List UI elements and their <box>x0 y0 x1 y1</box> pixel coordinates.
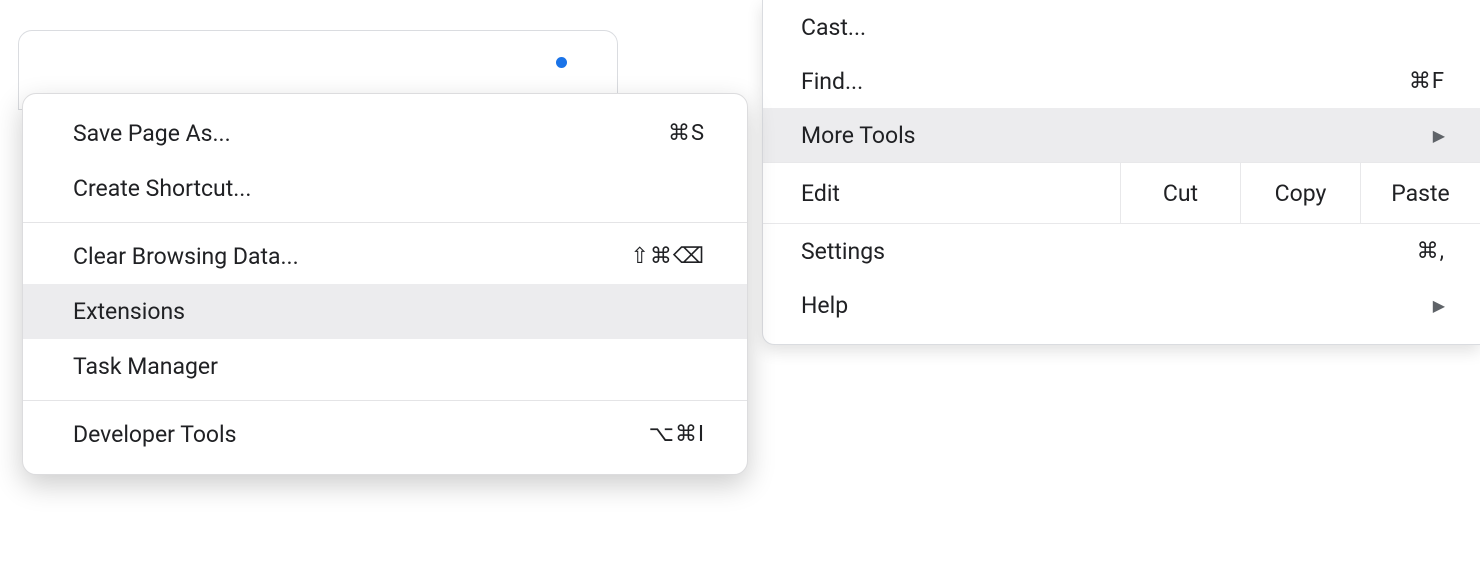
submenu-arrow-icon: ▶ <box>1433 126 1445 145</box>
help-label: Help <box>801 292 1433 319</box>
submenu-item-developer-tools[interactable]: Developer Tools ⌥⌘I <box>23 407 747 462</box>
clear-browsing-data-shortcut: ⇧⌘⌫ <box>630 244 705 269</box>
edit-label-cell: Edit <box>763 163 1120 223</box>
find-label: Find... <box>801 68 1409 95</box>
developer-tools-label: Developer Tools <box>73 421 649 448</box>
paste-label: Paste <box>1391 180 1450 207</box>
menu-item-edit-row: Edit Cut Copy Paste <box>763 162 1480 224</box>
settings-label: Settings <box>801 238 1417 265</box>
copy-label: Copy <box>1275 180 1327 207</box>
edit-paste-button[interactable]: Paste <box>1360 163 1480 223</box>
more-tools-submenu: Save Page As... ⌘S Create Shortcut... Cl… <box>22 93 748 475</box>
extensions-label: Extensions <box>73 298 705 325</box>
submenu-separator <box>23 222 747 223</box>
save-page-as-shortcut: ⌘S <box>668 121 705 146</box>
clear-browsing-data-label: Clear Browsing Data... <box>73 243 630 270</box>
task-manager-label: Task Manager <box>73 353 705 380</box>
submenu-item-task-manager[interactable]: Task Manager <box>23 339 747 394</box>
more-tools-label: More Tools <box>801 122 1433 149</box>
menu-item-help[interactable]: Help ▶ <box>763 278 1480 332</box>
create-shortcut-label: Create Shortcut... <box>73 175 705 202</box>
menu-item-find[interactable]: Find... ⌘F <box>763 54 1480 108</box>
chrome-main-menu: Cast... Find... ⌘F More Tools ▶ Edit Cut… <box>762 0 1480 345</box>
find-shortcut: ⌘F <box>1409 69 1445 94</box>
menu-item-settings[interactable]: Settings ⌘, <box>763 224 1480 278</box>
cast-label: Cast... <box>801 14 1445 41</box>
cut-label: Cut <box>1163 180 1198 207</box>
save-page-as-label: Save Page As... <box>73 120 668 147</box>
submenu-arrow-icon: ▶ <box>1433 296 1445 315</box>
menu-item-cast[interactable]: Cast... <box>763 0 1480 54</box>
submenu-item-clear-browsing-data[interactable]: Clear Browsing Data... ⇧⌘⌫ <box>23 229 747 284</box>
submenu-item-create-shortcut[interactable]: Create Shortcut... <box>23 161 747 216</box>
submenu-item-extensions[interactable]: Extensions <box>23 284 747 339</box>
edit-copy-button[interactable]: Copy <box>1240 163 1360 223</box>
edit-cut-button[interactable]: Cut <box>1120 163 1240 223</box>
submenu-separator <box>23 400 747 401</box>
edit-label: Edit <box>801 180 840 207</box>
menu-item-more-tools[interactable]: More Tools ▶ <box>763 108 1480 162</box>
developer-tools-shortcut: ⌥⌘I <box>649 422 705 447</box>
submenu-item-save-page-as[interactable]: Save Page As... ⌘S <box>23 106 747 161</box>
settings-shortcut: ⌘, <box>1417 239 1445 264</box>
tab-indicator-dot <box>556 57 567 68</box>
